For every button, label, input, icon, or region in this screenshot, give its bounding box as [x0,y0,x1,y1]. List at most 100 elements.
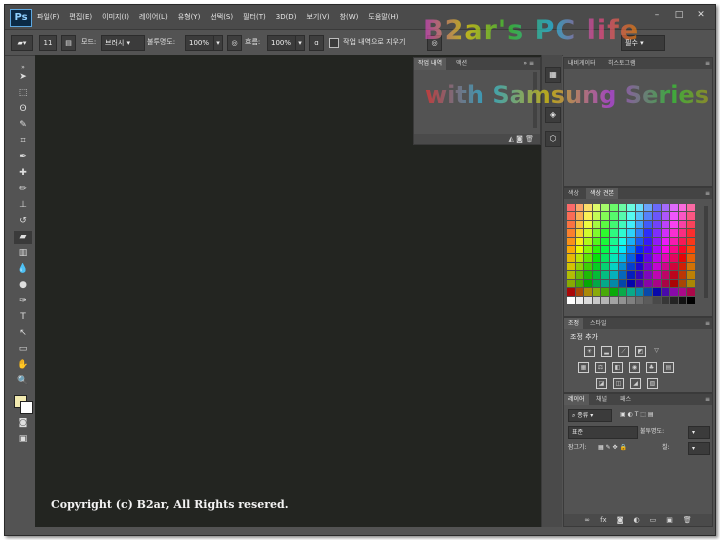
swatch-cell[interactable] [627,246,635,254]
swatch-cell[interactable] [644,279,652,288]
layer-filter-select[interactable]: ⌕ 종류 ▾ [568,409,612,422]
swatch-cell[interactable] [584,288,592,296]
swatch-cell[interactable] [618,204,627,212]
swatch-cell[interactable] [592,262,601,271]
swatch-cell[interactable] [609,220,618,229]
swatch-cell[interactable] [592,246,601,254]
swatch-cell[interactable] [652,279,661,288]
swatch-cell[interactable] [661,212,670,220]
swatch-cell[interactable] [618,279,627,288]
swatch-cell[interactable] [609,246,618,254]
swatch-cell[interactable] [644,212,652,220]
swatch-cell[interactable] [567,246,575,254]
dodge-tool-icon[interactable]: ● [14,279,32,292]
swatch-cell[interactable] [567,212,575,220]
move-tool-icon[interactable]: ➤ [14,71,32,84]
tab-navigator[interactable]: 내비게이터 [564,58,600,69]
swatch-cell[interactable] [687,212,695,220]
swatch-cell[interactable] [661,262,670,271]
swatch-cell[interactable] [687,229,695,237]
blur-tool-icon[interactable]: 💧 [14,263,32,276]
swatch-cell[interactable] [635,246,644,254]
swatch-cell[interactable] [678,262,687,271]
posterize-adjust-icon[interactable]: ◫ [613,378,624,389]
swatch-cell[interactable] [670,288,678,296]
swatch-cell[interactable] [609,279,618,288]
swatch-cell[interactable] [592,254,601,262]
threshold-adjust-icon[interactable]: ◢ [630,378,641,389]
layer-filter-icons[interactable]: ▣ ◐ T ⬚ ▤ [620,409,654,420]
swatch-cell[interactable] [635,212,644,220]
swatch-cell[interactable] [635,271,644,279]
tab-histogram[interactable]: 히스토그램 [604,58,640,69]
menu-file[interactable]: 파일(F) [37,12,59,22]
quick-select-tool-icon[interactable]: ✎ [14,119,32,132]
menu-view[interactable]: 보기(V) [306,12,329,22]
swatch-cell[interactable] [584,229,592,237]
photo-filter-adjust-icon[interactable]: ◉ [629,362,640,373]
swatch-cell[interactable] [652,288,661,296]
invert-adjust-icon[interactable]: ◪ [596,378,607,389]
menu-3d[interactable]: 3D(D) [276,13,297,21]
swatch-cell[interactable] [575,288,584,296]
tab-swatches[interactable]: 색상 견본 [586,188,618,199]
swatch-cell[interactable] [678,254,687,262]
pen-tool-icon[interactable]: ✑ [14,295,32,308]
minimize-button[interactable]: – [649,8,665,22]
eraser-tool-icon[interactable]: ▰ [14,231,32,244]
swatch-cell[interactable] [592,204,601,212]
swatch-cell[interactable] [601,204,609,212]
swatch-cell[interactable] [678,220,687,229]
swatch-cell[interactable] [661,229,670,237]
swatch-cell[interactable] [678,279,687,288]
swatches-panel-menu-icon[interactable]: ≡ [705,188,710,199]
history-footer-icons[interactable]: ◭ ◙ 🗑 [414,134,540,144]
swatch-cell[interactable] [652,204,661,212]
swatch-cell[interactable] [592,237,601,246]
swatch-cell[interactable] [687,220,695,229]
swatch-cell[interactable] [567,296,575,304]
swatch-cell[interactable] [609,254,618,262]
swatch-cell[interactable] [652,212,661,220]
swatch-cell[interactable] [661,204,670,212]
swatch-cell[interactable] [652,271,661,279]
swatch-cell[interactable] [635,204,644,212]
layer-mask-icon[interactable]: ◙ [617,516,624,524]
eraser-preset-icon[interactable]: ▰▾ [11,35,33,51]
swatch-cell[interactable] [567,288,575,296]
swatch-cell[interactable] [670,220,678,229]
swatch-cell[interactable] [618,296,627,304]
swatch-cell[interactable] [592,220,601,229]
vibrance-adjust-icon[interactable]: ▦ [578,362,589,373]
swatch-cell[interactable] [601,220,609,229]
swatch-cell[interactable] [627,288,635,296]
swatch-cell[interactable] [575,262,584,271]
swatch-cell[interactable] [584,246,592,254]
swatch-cell[interactable] [609,212,618,220]
swatch-cell[interactable] [627,220,635,229]
new-layer-icon[interactable]: ▣ [666,516,673,524]
swatch-cell[interactable] [678,246,687,254]
swatch-cell[interactable] [678,204,687,212]
layer-opacity-input[interactable]: ▾ [688,426,710,439]
swatch-cell[interactable] [618,229,627,237]
swatch-cell[interactable] [644,254,652,262]
swatch-cell[interactable] [601,296,609,304]
hand-tool-icon[interactable]: ✋ [14,359,32,372]
tab-actions[interactable]: 액션 [452,58,471,70]
opacity-dropdown-icon[interactable]: ▾ [213,35,223,51]
swatch-cell[interactable] [678,271,687,279]
swatch-cell[interactable] [609,262,618,271]
swatch-cell[interactable] [678,288,687,296]
swatch-cell[interactable] [635,229,644,237]
swatch-cell[interactable] [627,262,635,271]
menu-window[interactable]: 창(W) [340,12,359,22]
swatch-cell[interactable] [678,296,687,304]
swatch-cell[interactable] [635,262,644,271]
swatch-cell[interactable] [609,296,618,304]
gradient-tool-icon[interactable]: ▥ [14,247,32,260]
swatch-cell[interactable] [575,254,584,262]
swatch-cell[interactable] [627,212,635,220]
adjustment-layer-icon[interactable]: ◐ [634,516,640,524]
menu-help[interactable]: 도움말(H) [368,12,398,22]
